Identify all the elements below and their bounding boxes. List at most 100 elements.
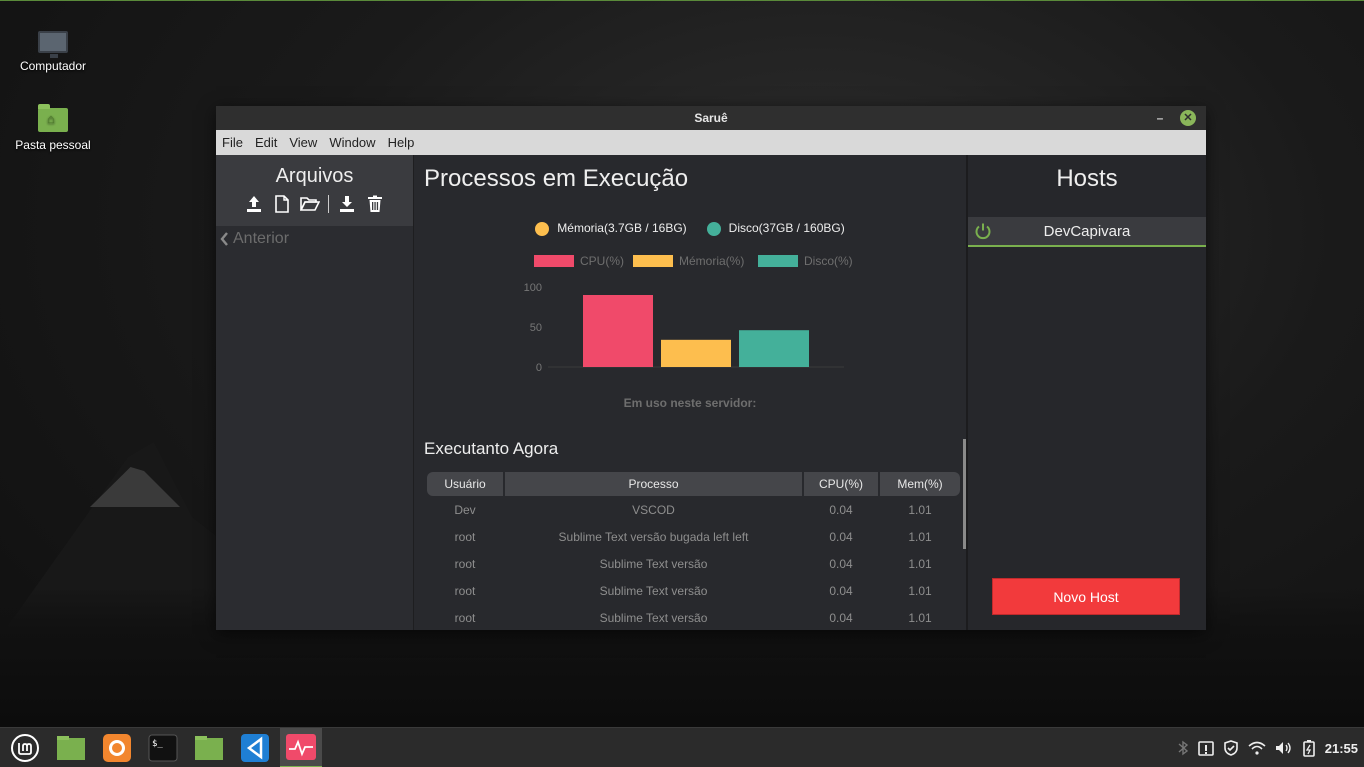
power-icon[interactable] <box>974 222 992 240</box>
files-icon <box>57 735 85 760</box>
download-icon[interactable] <box>337 194 357 214</box>
mint-menu-button[interactable] <box>4 728 46 767</box>
window-titlebar[interactable]: Saruê – ✕ <box>216 106 1206 130</box>
processes-panel: Processos em Execução Mémoria(3.7GB / 16… <box>414 155 968 630</box>
taskbar-sarue[interactable] <box>280 727 322 767</box>
memory-summary: Mémoria(3.7GB / 16BG) <box>535 221 687 236</box>
desktop-icon-label: Computador <box>19 59 87 73</box>
menubar: File Edit View Window Help <box>216 130 1206 155</box>
menu-window[interactable]: Window <box>329 135 375 150</box>
computer-icon <box>38 31 68 58</box>
battery-icon[interactable] <box>1302 739 1316 757</box>
upload-icon[interactable] <box>244 194 264 214</box>
back-link[interactable]: Anterior <box>216 226 413 252</box>
terminal-prompt: $_ <box>152 739 163 749</box>
header-user[interactable]: Usuário <box>427 472 503 496</box>
trash-icon[interactable] <box>365 194 385 214</box>
shield-icon[interactable] <box>1223 740 1239 756</box>
taskbar-files[interactable] <box>50 728 92 767</box>
y-tick-label: 0 <box>536 362 542 374</box>
cell-user: root <box>454 556 476 571</box>
chart-caption: Em uso neste servidor: <box>623 396 757 410</box>
cell-cpu: 0.04 <box>829 502 853 517</box>
clock[interactable]: 21:55 <box>1325 741 1358 756</box>
volume-icon[interactable] <box>1275 741 1293 755</box>
y-tick-label: 100 <box>524 282 542 294</box>
cell-user: root <box>454 610 476 625</box>
chevron-left-icon <box>220 232 228 246</box>
processes-scrollbar[interactable] <box>963 439 966 549</box>
table-row[interactable]: root Sublime Text versão 0.04 1.01 <box>427 604 960 631</box>
running-now-title: Executanto Agora <box>424 439 559 458</box>
cell-process: Sublime Text versão <box>599 610 708 625</box>
update-manager-icon[interactable] <box>1197 740 1214 756</box>
sarue-icon <box>286 733 316 760</box>
minimize-button[interactable]: – <box>1152 110 1168 126</box>
new-host-button[interactable]: Novo Host <box>992 578 1180 615</box>
cell-user: root <box>454 529 476 544</box>
hosts-title: Hosts <box>1056 165 1118 192</box>
app-window: Saruê – ✕ File Edit View Window Help Arq… <box>216 106 1206 630</box>
usage-chart-svg: CPU(%) Mémoria(%) Disco(%) 0 50 100 <box>524 254 853 374</box>
disk-summary: Disco(37GB / 160BG) <box>706 221 845 236</box>
cell-process: Sublime Text versão <box>599 583 708 598</box>
hosts-panel: Hosts DevCapivara Novo Host <box>968 155 1206 630</box>
memory-dot <box>535 221 550 236</box>
files-panel-header: Arquivos <box>216 155 413 226</box>
header-mem[interactable]: Mem(%) <box>880 472 960 496</box>
system-tray: 21:55 <box>1177 728 1358 767</box>
cell-process: VSCOD <box>632 502 675 517</box>
menu-view[interactable]: View <box>289 135 317 150</box>
toolbar-separator <box>328 195 329 213</box>
wifi-icon[interactable] <box>1248 741 1266 755</box>
cell-cpu: 0.04 <box>829 556 853 571</box>
new-file-icon[interactable] <box>272 194 292 214</box>
header-cpu[interactable]: CPU(%) <box>804 472 878 496</box>
taskbar-folder[interactable] <box>188 728 230 767</box>
files-panel-title: Arquivos <box>275 165 354 187</box>
taskbar-firefox[interactable] <box>96 728 138 767</box>
host-item[interactable]: DevCapivara <box>968 217 1206 247</box>
desktop-icon-home-folder[interactable]: Pasta pessoal <box>8 104 98 152</box>
cell-process: Sublime Text versão bugada left left <box>558 529 749 544</box>
menu-help[interactable]: Help <box>388 135 415 150</box>
cell-user: Dev <box>454 502 476 517</box>
window-content: Arquivos Anterior Processos em Execução … <box>216 155 1206 630</box>
y-tick-label: 50 <box>530 322 542 334</box>
memory-summary-label: Mémoria(3.7GB / 16BG) <box>557 221 687 235</box>
cell-user: root <box>454 583 476 598</box>
taskbar-terminal[interactable]: $_ <box>142 728 184 767</box>
desktop-icon-label: Pasta pessoal <box>15 138 91 152</box>
legend-swatch <box>758 255 798 267</box>
cell-mem: 1.01 <box>908 502 932 517</box>
open-folder-icon[interactable] <box>300 194 320 214</box>
menu-file[interactable]: File <box>222 135 243 150</box>
legend-label: Mémoria(%) <box>679 254 744 268</box>
disk-summary-label: Disco(37GB / 160BG) <box>728 221 845 235</box>
table-row[interactable]: root Sublime Text versão 0.04 1.01 <box>427 550 960 577</box>
cell-cpu: 0.04 <box>829 610 853 625</box>
cell-cpu: 0.04 <box>829 529 853 544</box>
taskbar-vscode[interactable] <box>234 728 276 767</box>
usage-chart: CPU(%) Mémoria(%) Disco(%) 0 50 100 <box>514 245 854 375</box>
window-title: Saruê <box>694 111 728 125</box>
menu-edit[interactable]: Edit <box>255 135 277 150</box>
close-button[interactable]: ✕ <box>1180 110 1196 126</box>
vscode-icon <box>241 733 269 762</box>
bar-memory <box>661 339 731 367</box>
table-row[interactable]: root Sublime Text versão 0.04 1.01 <box>427 577 960 604</box>
files-panel: Arquivos Anterior <box>216 155 414 630</box>
firefox-icon <box>103 733 131 762</box>
host-name: DevCapivara <box>1043 222 1131 240</box>
desktop-icon-computer[interactable]: Computador <box>8 31 98 73</box>
back-label: Anterior <box>233 230 290 247</box>
table-row[interactable]: root Sublime Text versão bugada left lef… <box>427 523 960 550</box>
home-folder-icon <box>38 104 68 132</box>
bluetooth-icon[interactable] <box>1177 740 1189 756</box>
table-row[interactable]: Dev VSCOD 0.04 1.01 <box>427 496 960 523</box>
processes-title: Processos em Execução <box>424 165 689 192</box>
header-process[interactable]: Processo <box>505 472 802 496</box>
cell-mem: 1.01 <box>908 529 932 544</box>
cell-cpu: 0.04 <box>829 583 853 598</box>
terminal-icon: $_ <box>148 734 178 761</box>
